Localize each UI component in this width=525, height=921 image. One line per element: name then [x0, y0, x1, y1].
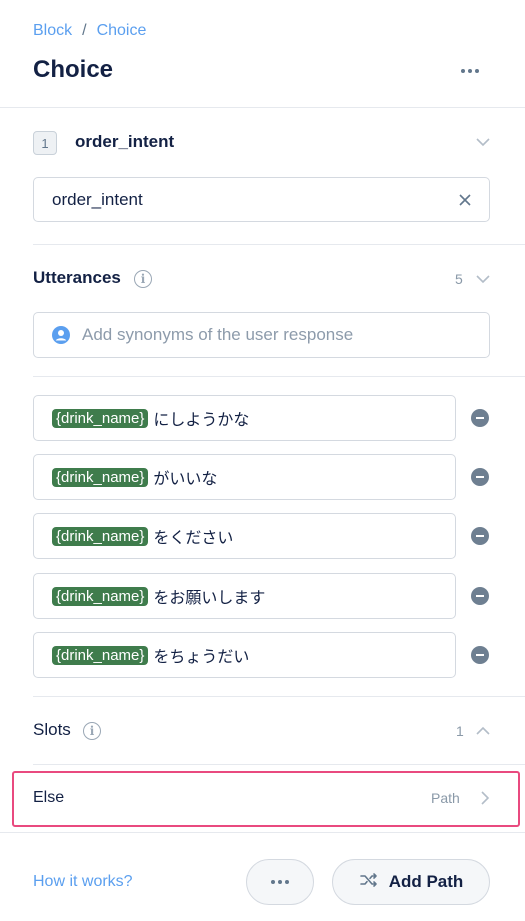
slots-label: Slots [33, 720, 71, 739]
utterance-row[interactable]: {drink_name} をお願いします [33, 573, 456, 619]
utterance-row[interactable]: {drink_name} にしようかな [33, 395, 456, 441]
info-icon[interactable]: i [83, 722, 101, 740]
utterances-count: 5 [455, 271, 463, 287]
close-icon[interactable] [457, 192, 473, 208]
remove-utterance-icon[interactable] [471, 587, 489, 605]
shuffle-icon [359, 872, 379, 893]
more-options-button[interactable] [246, 859, 314, 905]
intent-name: order_intent [75, 132, 175, 151]
utterance-row[interactable]: {drink_name} がいいな [33, 454, 456, 500]
divider [33, 376, 525, 377]
info-icon[interactable]: i [134, 270, 152, 288]
slot-chip: {drink_name} [52, 645, 149, 665]
more-options-icon[interactable] [452, 58, 488, 84]
utterance-text: にしようかな [153, 412, 250, 429]
add-path-button[interactable]: Add Path [332, 859, 490, 905]
utterance-text: をください [153, 530, 234, 547]
page-title: Choice [33, 56, 114, 83]
chevron-right-icon[interactable] [477, 790, 493, 806]
add-path-label: Add Path [388, 872, 464, 891]
utterance-row[interactable]: {drink_name} をください [33, 513, 456, 559]
chevron-up-icon[interactable] [475, 722, 491, 738]
divider [33, 696, 525, 697]
breadcrumb: Block / Choice [33, 22, 146, 40]
divider [33, 764, 525, 765]
breadcrumb-separator: / [82, 22, 87, 39]
chevron-down-icon[interactable] [475, 134, 491, 150]
synonym-input[interactable]: Add synonyms of the user response [33, 312, 490, 358]
slots-count: 1 [456, 723, 464, 739]
utterance-text: をお願いします [153, 590, 266, 607]
utterance-text: がいいな [153, 471, 218, 488]
path-label: Path [431, 790, 460, 806]
remove-utterance-icon[interactable] [471, 527, 489, 545]
divider [0, 832, 525, 833]
intent-select-input[interactable]: order_intent [33, 177, 490, 222]
else-label: Else [33, 789, 65, 806]
synonym-placeholder: Add synonyms of the user response [82, 325, 354, 344]
slot-chip: {drink_name} [52, 526, 149, 546]
chevron-down-icon[interactable] [475, 271, 491, 287]
intent-input-value: order_intent [52, 189, 143, 209]
more-options-icon [271, 880, 275, 884]
divider [0, 107, 525, 108]
utterances-label: Utterances [33, 268, 121, 287]
breadcrumb-block-link[interactable]: Block [33, 22, 72, 40]
user-icon [52, 326, 70, 344]
slot-chip: {drink_name} [52, 586, 149, 606]
remove-utterance-icon[interactable] [471, 468, 489, 486]
breadcrumb-choice-link[interactable]: Choice [97, 22, 147, 40]
utterance-row[interactable]: {drink_name} をちょうだい [33, 632, 456, 678]
utterance-text: をちょうだい [153, 649, 250, 666]
remove-utterance-icon[interactable] [471, 409, 489, 427]
divider [33, 244, 525, 245]
how-it-works-link[interactable]: How it works? [33, 873, 133, 891]
remove-utterance-icon[interactable] [471, 646, 489, 664]
slot-chip: {drink_name} [52, 467, 149, 487]
slot-chip: {drink_name} [52, 408, 149, 428]
intent-index-badge: 1 [33, 131, 57, 155]
